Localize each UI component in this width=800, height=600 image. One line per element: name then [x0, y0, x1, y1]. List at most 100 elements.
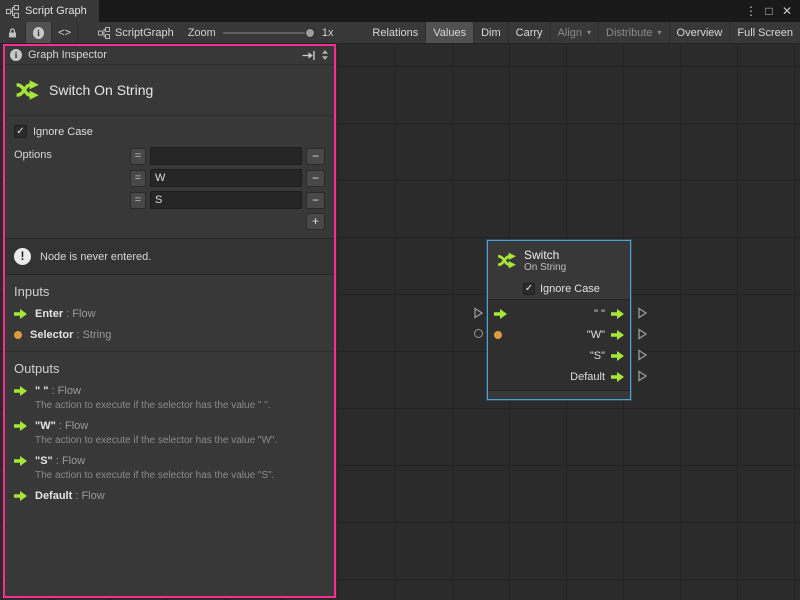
lock-icon — [7, 27, 18, 39]
value-input-connector[interactable] — [474, 329, 483, 338]
inspector-fields: ✓ Ignore Case Options = − = − = − — [5, 116, 334, 238]
node-ignore-case-label: Ignore Case — [540, 283, 600, 295]
flow-output-connector-s[interactable] — [637, 349, 648, 361]
flow-input-connector[interactable] — [473, 307, 484, 319]
zoom-control: Zoom 1x — [180, 22, 342, 43]
maximize-icon[interactable]: □ — [760, 0, 778, 22]
info-icon: i — [10, 49, 22, 61]
relations-button[interactable]: Relations — [365, 22, 426, 43]
flow-arrow-icon — [14, 386, 27, 396]
input-port-row: Enter : Flow — [14, 308, 325, 320]
window-tab-title: Script Graph — [25, 5, 87, 17]
warning-icon: ! — [14, 248, 31, 265]
values-button[interactable]: Values — [426, 22, 474, 43]
ignore-case-checkbox[interactable]: ✓ — [14, 125, 27, 138]
switch-icon — [496, 250, 517, 271]
dim-button[interactable]: Dim — [474, 22, 509, 43]
full-screen-button[interactable]: Full Screen — [730, 22, 800, 43]
output-port-description: The action to execute if the selector ha… — [35, 435, 325, 446]
switch-icon — [14, 77, 40, 103]
graph-inspector-panel: i Graph Inspector Switch On String ✓ Ign… — [3, 44, 336, 598]
option-input-1[interactable] — [150, 169, 302, 187]
output-port-default[interactable]: Default — [570, 371, 624, 383]
scroll-spinner-icon[interactable] — [321, 49, 329, 61]
remove-option-button[interactable]: − — [306, 148, 325, 165]
zoom-slider[interactable] — [223, 22, 315, 44]
add-option-button[interactable]: + — [306, 213, 325, 230]
info-icon: i — [33, 27, 44, 39]
dock-right-icon[interactable] — [302, 50, 315, 61]
selector-value-port[interactable] — [494, 331, 502, 339]
option-row: = − — [130, 147, 325, 165]
inspector-header: i Graph Inspector — [5, 46, 334, 65]
output-port-description: The action to execute if the selector ha… — [35, 470, 325, 481]
overview-button[interactable]: Overview — [670, 22, 731, 43]
node-ignore-case-checkbox[interactable]: ✓ — [523, 283, 535, 295]
flow-arrow-icon — [611, 351, 624, 361]
remove-option-button[interactable]: − — [306, 170, 325, 187]
graph-breadcrumb[interactable]: ScriptGraph — [92, 22, 180, 43]
flow-arrow-icon — [14, 309, 27, 319]
node-header[interactable]: Switch On String — [488, 241, 630, 279]
enter-flow-port[interactable] — [494, 309, 507, 319]
carry-button[interactable]: Carry — [509, 22, 551, 43]
inspector-node-title: Switch On String — [49, 82, 153, 98]
option-input-2[interactable] — [150, 191, 302, 209]
flow-output-connector-space[interactable] — [637, 307, 648, 319]
lock-button[interactable] — [0, 22, 26, 43]
window-menu-icon[interactable]: ⋮ — [742, 0, 760, 22]
zoom-value: 1x — [322, 27, 334, 39]
toolbar-button-group: Relations Values Dim Carry Align▾ Distri… — [365, 22, 800, 43]
option-row: = − — [130, 169, 325, 187]
flow-output-connector-default[interactable] — [637, 370, 648, 382]
graph-toolbar: i <> ScriptGraph Zoom 1x Relations Value… — [0, 22, 800, 44]
remove-option-button[interactable]: − — [306, 192, 325, 209]
drag-handle-icon[interactable]: = — [130, 148, 146, 165]
flow-arrow-icon — [611, 372, 624, 382]
flow-arrow-icon — [611, 309, 624, 319]
drag-handle-icon[interactable]: = — [130, 170, 146, 187]
zoom-slider-track — [223, 32, 315, 34]
option-row: = − — [130, 191, 325, 209]
drag-handle-icon[interactable]: = — [130, 192, 146, 209]
window-titlebar: Script Graph ⋮ □ ✕ — [0, 0, 800, 22]
graph-icon — [98, 27, 110, 39]
output-port-s[interactable]: "S" — [590, 350, 624, 362]
flow-output-connector-w[interactable] — [637, 328, 648, 340]
option-input-0[interactable] — [150, 147, 302, 165]
inspector-title-row: Switch On String — [5, 65, 334, 116]
close-icon[interactable]: ✕ — [778, 0, 796, 22]
align-button[interactable]: Align▾ — [551, 22, 599, 43]
inspector-toggle-button[interactable]: i — [26, 22, 52, 43]
output-port-w[interactable]: "W" — [587, 329, 624, 341]
inspector-header-title: Graph Inspector — [28, 49, 107, 61]
outputs-header: Outputs — [14, 361, 325, 376]
code-icon: <> — [58, 27, 71, 39]
node-footer — [488, 390, 630, 399]
inputs-header: Inputs — [14, 284, 325, 299]
warning-text: Node is never entered. — [40, 251, 151, 263]
options-label: Options — [14, 147, 130, 230]
graph-name-label: ScriptGraph — [115, 27, 174, 39]
switch-on-string-node[interactable]: Switch On String ✓ Ignore Case " " — [487, 240, 631, 400]
code-view-button[interactable]: <> — [52, 22, 78, 43]
zoom-slider-knob[interactable] — [305, 28, 315, 38]
distribute-button[interactable]: Distribute▾ — [599, 22, 669, 43]
chevron-down-icon: ▾ — [587, 28, 591, 37]
flow-arrow-icon — [14, 456, 27, 466]
node-subtitle: On String — [524, 262, 566, 273]
output-port-space[interactable]: " " — [594, 308, 624, 320]
flow-arrow-icon — [14, 421, 27, 431]
outputs-section: Outputs " " : Flow The action to execute… — [5, 351, 334, 512]
input-port-row: Selector : String — [14, 329, 325, 341]
options-list: = − = − = − + — [130, 147, 325, 230]
warning-box: ! Node is never entered. — [5, 238, 334, 275]
zoom-label: Zoom — [188, 27, 216, 39]
flow-arrow-icon — [611, 330, 624, 340]
string-port-icon — [494, 331, 502, 339]
tab-script-graph[interactable]: Script Graph — [0, 0, 99, 22]
node-port-area: " " "W" "S" — [488, 299, 630, 390]
output-port-row: "W" : Flow — [14, 420, 325, 432]
node-title: Switch — [524, 248, 566, 262]
window-controls: ⋮ □ ✕ — [742, 0, 800, 22]
